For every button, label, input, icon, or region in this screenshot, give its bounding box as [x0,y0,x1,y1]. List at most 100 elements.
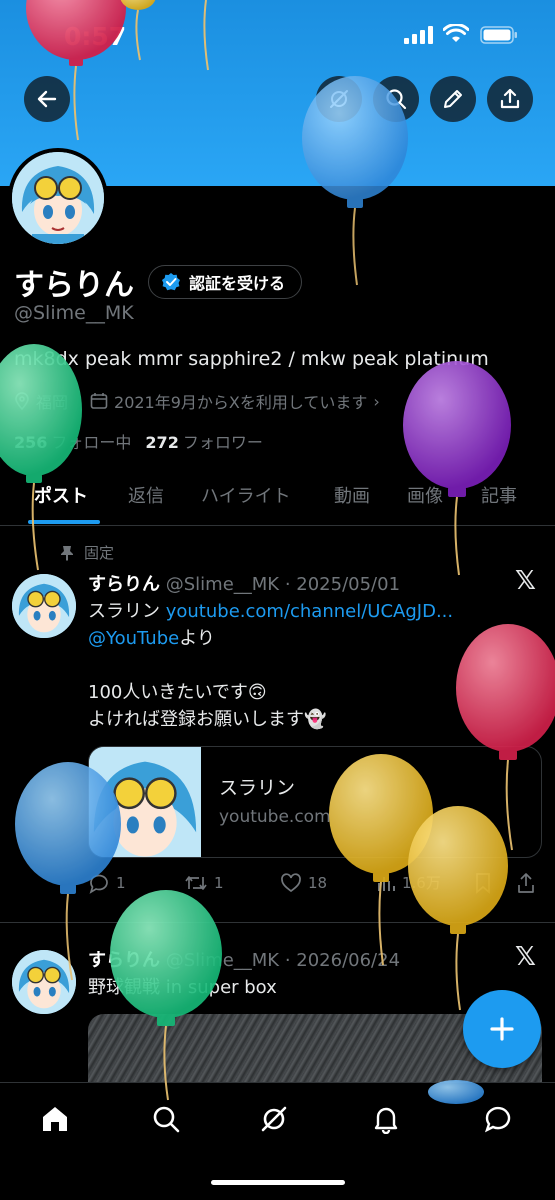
repost-count: 1 [214,874,224,892]
repost-button[interactable]: 1 [184,872,224,894]
reply-count: 1 [116,874,126,892]
battery-icon [480,26,517,44]
joined-item: 2021年9月からXを利用しています › [90,389,380,413]
profile-tabs: ポスト 返信 ハイライト 動画 画像 記事 [0,470,555,526]
views-count: 1.6万 [402,874,441,892]
post-text-line: スラリン [88,601,166,622]
get-verified-button[interactable]: 認証を受ける [148,265,303,299]
reply-icon [89,874,108,894]
location-text: 福岡 [36,393,69,412]
x-logo-icon: 𝕏 [515,566,536,596]
search-icon [386,89,407,110]
like-button[interactable]: 18 [280,872,327,894]
search-icon [153,1106,180,1133]
share-icon [518,873,534,893]
youtube-channel-link[interactable]: youtube.com/channel/UCAgJD... [166,601,453,622]
tab-replies[interactable]: 返信 [128,482,164,508]
bookmark-button[interactable] [474,872,492,894]
status-time: 0:57 [64,22,127,51]
grok-icon [261,1106,287,1132]
name-row: すらりん 認証を受ける [14,260,303,304]
calendar-icon [90,393,108,409]
post-text-line: よければ登録お願いします👻 [88,709,327,730]
link-card-domain: youtube.com [219,807,331,827]
x-logo-icon: 𝕏 [515,942,536,972]
edit-profile-button[interactable] [430,76,476,122]
heart-icon [281,873,301,893]
post-author-name[interactable]: すらりん [88,950,160,971]
post-author-meta: @Slime__MK · 2025/05/01 [165,574,401,595]
followers-count: 272 [145,433,179,452]
pencil-icon [444,90,462,108]
post-avatar[interactable] [12,950,76,1014]
balloon-green-left [0,344,82,571]
post-author-name[interactable]: すらりん [88,574,160,595]
back-arrow-icon [37,90,57,108]
profile-meta: 福岡 2021年9月からXを利用しています › [14,389,402,413]
grok-icon [330,90,348,108]
views-button[interactable]: 1.6万 [376,872,441,893]
nav-notifications[interactable] [366,1099,406,1139]
nav-grok[interactable] [254,1099,294,1139]
wifi-icon [443,24,469,42]
nav-explore[interactable] [146,1099,186,1139]
anime-character-thumbnail [89,747,201,857]
display-name: すらりん [14,268,134,303]
post-author-meta: @Slime__MK · 2026/06/24 [165,950,401,971]
profile-bio: mk8dx peak mmr sapphire2 / mkw peak plat… [14,348,489,370]
location-pin-icon [15,392,29,410]
post-text-line: 100人いきたいです🙃 [88,682,267,703]
home-indicator [211,1180,345,1185]
tab-articles[interactable]: 記事 [481,482,517,508]
tab-photos[interactable]: 画像 [407,482,443,508]
tab-highlights[interactable]: ハイライト [201,482,291,508]
chevron-right-icon: › [373,391,380,411]
bell-icon [374,1107,398,1134]
location-item: 福岡 [14,389,68,413]
nav-messages[interactable] [478,1099,518,1139]
bookmark-icon [476,873,490,894]
message-bubble-icon [484,1106,511,1133]
following-count: 256 [14,433,48,452]
verify-label: 認証を受ける [189,274,286,293]
follow-stats: 256 フォロー中 272 フォロワー [14,429,263,453]
profile-handle: @Slime__MK [14,302,134,324]
link-card-title: スラリン [219,777,296,799]
following-label: フォロー中 [51,433,132,452]
post-text-line: より [179,628,215,649]
tab-posts[interactable]: ポスト [34,482,88,508]
post-actions: 1 1 18 1.6万 [88,872,538,898]
share-button[interactable] [487,76,533,122]
home-icon [43,1107,67,1131]
nav-home[interactable] [35,1099,75,1139]
search-button[interactable] [373,76,419,122]
status-bar: 0:57 [0,0,555,70]
post-share-button[interactable] [516,872,536,894]
youtube-mention-link[interactable]: @YouTube [88,628,179,649]
followers-link[interactable]: 272 フォロワー [145,429,262,453]
share-icon [500,88,520,109]
anime-character-avatar [12,950,76,1014]
active-tab-indicator [28,520,100,524]
reply-button[interactable]: 1 [88,872,126,894]
back-button[interactable] [24,76,70,122]
tab-videos[interactable]: 動画 [334,482,370,508]
link-card-thumbnail [89,747,201,857]
pinned-label-row: 固定 [60,542,114,563]
followers-label: フォロワー [182,433,263,452]
post-header: すらりん @Slime__MK · 2025/05/01 [88,570,400,596]
anime-character-avatar [12,152,104,244]
post-avatar[interactable] [12,574,76,638]
post-header: すらりん @Slime__MK · 2026/06/24 [88,946,400,972]
following-link[interactable]: 256 フォロー中 [14,429,131,453]
compose-post-button[interactable] [463,990,541,1068]
profile-avatar[interactable] [8,148,108,248]
pin-icon [61,545,73,561]
post-divider [0,922,555,923]
plus-icon [490,1017,514,1041]
link-card[interactable]: スラリン youtube.com [88,746,542,858]
cellular-signal-icon [404,26,433,44]
like-count: 18 [308,874,328,892]
post-text: スラリン youtube.com/channel/UCAgJD... @YouT… [88,598,453,733]
grok-button[interactable] [316,76,362,122]
